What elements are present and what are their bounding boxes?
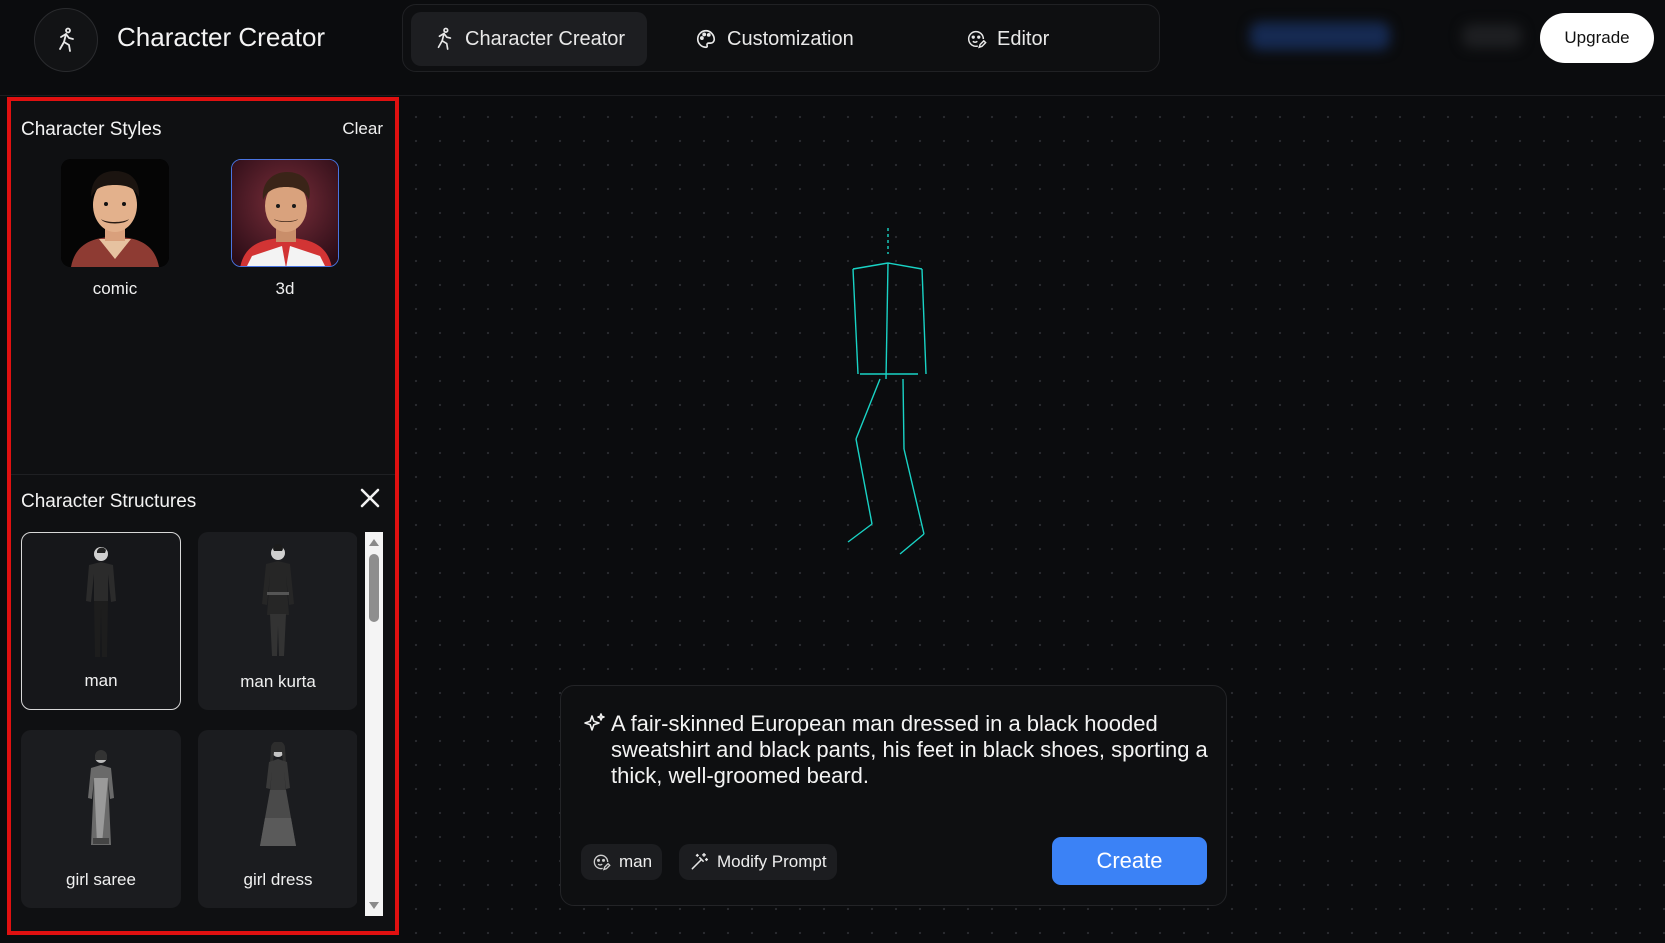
left-panel: Character Styles Clear comic 3d Characte… — [7, 97, 399, 935]
style-label: comic — [92, 279, 138, 298]
magic-wand-icon — [691, 852, 709, 870]
blurred-account — [1462, 24, 1522, 48]
3d-style-thumbnail — [231, 159, 339, 267]
structures-grid: man man kurta girl saree girl dress — [21, 532, 357, 916]
man-kurta-figure-image — [262, 544, 294, 656]
3d-portrait-image — [232, 160, 338, 266]
character-structures-section: Character Structures man man kurta girl … — [11, 475, 395, 935]
tab-label: Character Creator — [465, 27, 626, 50]
pose-skeleton[interactable] — [838, 224, 958, 564]
structure-label: girl saree — [66, 870, 136, 889]
structure-label: man — [84, 671, 118, 690]
comic-portrait-image — [61, 159, 169, 267]
section-title: Character Styles — [21, 119, 162, 140]
tab-label: Editor — [997, 27, 1050, 50]
style-label: 3d — [275, 279, 295, 298]
running-figure-icon — [437, 27, 452, 50]
structure-card-girl-saree[interactable]: girl saree — [21, 730, 181, 908]
modify-prompt-button[interactable]: Modify Prompt — [679, 844, 837, 880]
prompt-text[interactable]: A fair-skinned European man dressed in a… — [611, 711, 1211, 789]
girl-saree-figure-image — [88, 750, 114, 845]
character-styles-section: Character Styles Clear comic 3d — [11, 101, 395, 475]
tab-label: Customization — [727, 27, 854, 50]
scroll-up-icon[interactable] — [369, 539, 379, 546]
app-title: Character Creator — [117, 22, 326, 52]
clear-button[interactable]: Clear — [342, 119, 383, 139]
prompt-box: A fair-skinned European man dressed in a… — [560, 685, 1227, 906]
main-nav: Character Creator Customization Editor — [402, 4, 1160, 72]
sparkle-icon — [584, 713, 605, 731]
chip-label: man — [619, 852, 653, 871]
tab-character-creator[interactable]: Character Creator — [411, 12, 648, 66]
structure-label: girl dress — [243, 870, 313, 889]
tab-customization[interactable]: Customization — [673, 12, 876, 66]
running-figure-icon — [59, 27, 74, 52]
structure-chip[interactable]: man — [581, 844, 663, 880]
top-bar: Character Creator Character Creator Cust… — [0, 0, 1665, 96]
logo-button[interactable] — [34, 8, 98, 72]
blurred-credits — [1250, 22, 1390, 50]
girl-dress-figure-image — [260, 742, 296, 846]
face-edit-icon — [967, 30, 987, 49]
upgrade-button[interactable]: Upgrade — [1540, 13, 1654, 63]
comic-style-thumbnail — [61, 159, 169, 267]
scroll-down-icon[interactable] — [369, 902, 379, 909]
chip-label: Modify Prompt — [717, 852, 827, 871]
section-title: Character Structures — [21, 491, 197, 512]
close-icon[interactable] — [357, 485, 383, 511]
structure-label: man kurta — [240, 672, 316, 691]
style-item-3d[interactable]: 3d — [229, 159, 341, 299]
scroll-thumb[interactable] — [369, 554, 379, 622]
palette-icon — [697, 29, 716, 49]
tab-editor[interactable]: Editor — [943, 12, 1071, 66]
style-item-comic[interactable]: comic — [59, 159, 171, 299]
man-figure-image — [86, 547, 116, 657]
structure-card-man-kurta[interactable]: man kurta — [198, 532, 357, 710]
structure-card-man[interactable]: man — [21, 532, 181, 710]
structure-card-girl-dress[interactable]: girl dress — [198, 730, 357, 908]
create-button[interactable]: Create — [1052, 837, 1207, 885]
face-edit-icon — [593, 854, 611, 871]
structures-scrollbar[interactable] — [365, 532, 383, 916]
